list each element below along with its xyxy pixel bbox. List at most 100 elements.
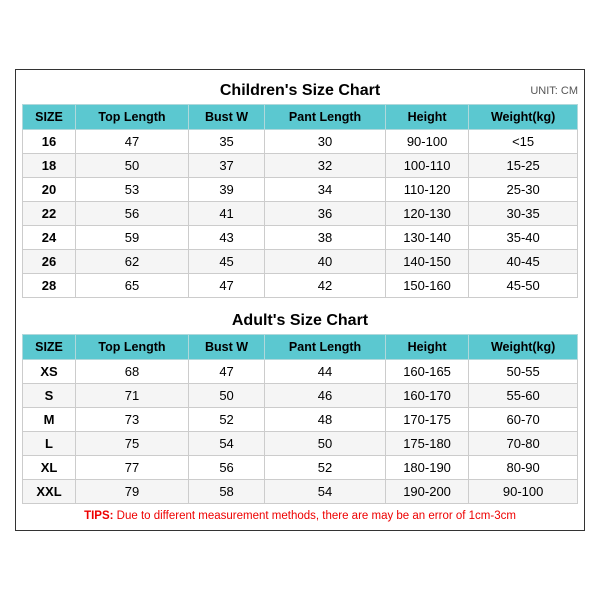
table-cell: 47 [76, 130, 189, 154]
table-cell: 180-190 [385, 456, 468, 480]
table-cell: 45-50 [469, 274, 578, 298]
table-cell: 39 [188, 178, 264, 202]
adult-title-row: Adult's Size Chart [22, 306, 578, 334]
children-title-row: Children's Size Chart UNIT: CM [22, 76, 578, 104]
tips-row: TIPS: Due to different measurement metho… [22, 504, 578, 524]
table-cell: XL [23, 456, 76, 480]
table-row: XS684744160-16550-55 [23, 360, 578, 384]
tips-text: Due to different measurement methods, th… [113, 510, 515, 522]
children-col-top-length: Top Length [76, 105, 189, 130]
table-cell: 130-140 [385, 226, 468, 250]
table-cell: 15-25 [469, 154, 578, 178]
table-cell: 42 [265, 274, 386, 298]
table-cell: 73 [76, 408, 189, 432]
table-row: 1647353090-100<15 [23, 130, 578, 154]
children-col-bust: Bust W [188, 105, 264, 130]
table-cell: 60-70 [469, 408, 578, 432]
table-cell: 22 [23, 202, 76, 226]
table-cell: 56 [76, 202, 189, 226]
table-cell: 41 [188, 202, 264, 226]
table-cell: 100-110 [385, 154, 468, 178]
table-cell: 35-40 [469, 226, 578, 250]
table-cell: 54 [188, 432, 264, 456]
table-cell: 30-35 [469, 202, 578, 226]
table-cell: 110-120 [385, 178, 468, 202]
size-chart-container: Children's Size Chart UNIT: CM SIZE Top … [15, 69, 585, 531]
children-chart-title: Children's Size Chart [220, 82, 380, 100]
table-row: 24594338130-14035-40 [23, 226, 578, 250]
table-row: M735248170-17560-70 [23, 408, 578, 432]
table-cell: 25-30 [469, 178, 578, 202]
adult-size-table: SIZE Top Length Bust W Pant Length Heigh… [22, 334, 578, 504]
table-cell: 46 [265, 384, 386, 408]
adult-col-size: SIZE [23, 335, 76, 360]
table-cell: <15 [469, 130, 578, 154]
table-cell: 160-165 [385, 360, 468, 384]
table-row: S715046160-17055-60 [23, 384, 578, 408]
table-cell: 55-60 [469, 384, 578, 408]
table-row: 28654742150-16045-50 [23, 274, 578, 298]
table-cell: 170-175 [385, 408, 468, 432]
unit-label: UNIT: CM [530, 85, 578, 97]
table-cell: 30 [265, 130, 386, 154]
table-cell: 175-180 [385, 432, 468, 456]
table-cell: 75 [76, 432, 189, 456]
table-cell: 40 [265, 250, 386, 274]
table-cell: 50-55 [469, 360, 578, 384]
table-cell: 77 [76, 456, 189, 480]
table-cell: 140-150 [385, 250, 468, 274]
table-cell: 90-100 [469, 480, 578, 504]
table-cell: 80-90 [469, 456, 578, 480]
table-cell: 52 [265, 456, 386, 480]
table-cell: 53 [76, 178, 189, 202]
tips-label: TIPS: [84, 510, 113, 522]
table-cell: 71 [76, 384, 189, 408]
table-cell: 58 [188, 480, 264, 504]
table-cell: XXL [23, 480, 76, 504]
table-cell: 62 [76, 250, 189, 274]
table-cell: 38 [265, 226, 386, 250]
table-cell: 59 [76, 226, 189, 250]
table-row: XL775652180-19080-90 [23, 456, 578, 480]
table-row: 18503732100-11015-25 [23, 154, 578, 178]
children-col-weight: Weight(kg) [469, 105, 578, 130]
table-cell: 56 [188, 456, 264, 480]
table-cell: 52 [188, 408, 264, 432]
table-cell: 43 [188, 226, 264, 250]
children-col-height: Height [385, 105, 468, 130]
adult-col-height: Height [385, 335, 468, 360]
table-cell: 32 [265, 154, 386, 178]
table-cell: XS [23, 360, 76, 384]
children-col-pant-length: Pant Length [265, 105, 386, 130]
table-cell: 37 [188, 154, 264, 178]
table-cell: 160-170 [385, 384, 468, 408]
table-row: L755450175-18070-80 [23, 432, 578, 456]
adult-col-bust: Bust W [188, 335, 264, 360]
table-cell: 47 [188, 360, 264, 384]
adult-header-row: SIZE Top Length Bust W Pant Length Heigh… [23, 335, 578, 360]
adult-chart-title: Adult's Size Chart [232, 312, 368, 330]
table-cell: 28 [23, 274, 76, 298]
table-cell: 18 [23, 154, 76, 178]
table-cell: 36 [265, 202, 386, 226]
table-cell: L [23, 432, 76, 456]
table-cell: 50 [76, 154, 189, 178]
table-cell: 16 [23, 130, 76, 154]
table-cell: 120-130 [385, 202, 468, 226]
adult-col-top-length: Top Length [76, 335, 189, 360]
table-cell: 47 [188, 274, 264, 298]
table-row: 20533934110-12025-30 [23, 178, 578, 202]
table-row: XXL795854190-20090-100 [23, 480, 578, 504]
adult-col-pant-length: Pant Length [265, 335, 386, 360]
table-cell: 20 [23, 178, 76, 202]
table-cell: 44 [265, 360, 386, 384]
table-cell: M [23, 408, 76, 432]
table-cell: 70-80 [469, 432, 578, 456]
table-cell: 50 [265, 432, 386, 456]
table-cell: 34 [265, 178, 386, 202]
table-cell: 35 [188, 130, 264, 154]
table-cell: 24 [23, 226, 76, 250]
table-cell: 54 [265, 480, 386, 504]
table-cell: 65 [76, 274, 189, 298]
table-cell: 50 [188, 384, 264, 408]
